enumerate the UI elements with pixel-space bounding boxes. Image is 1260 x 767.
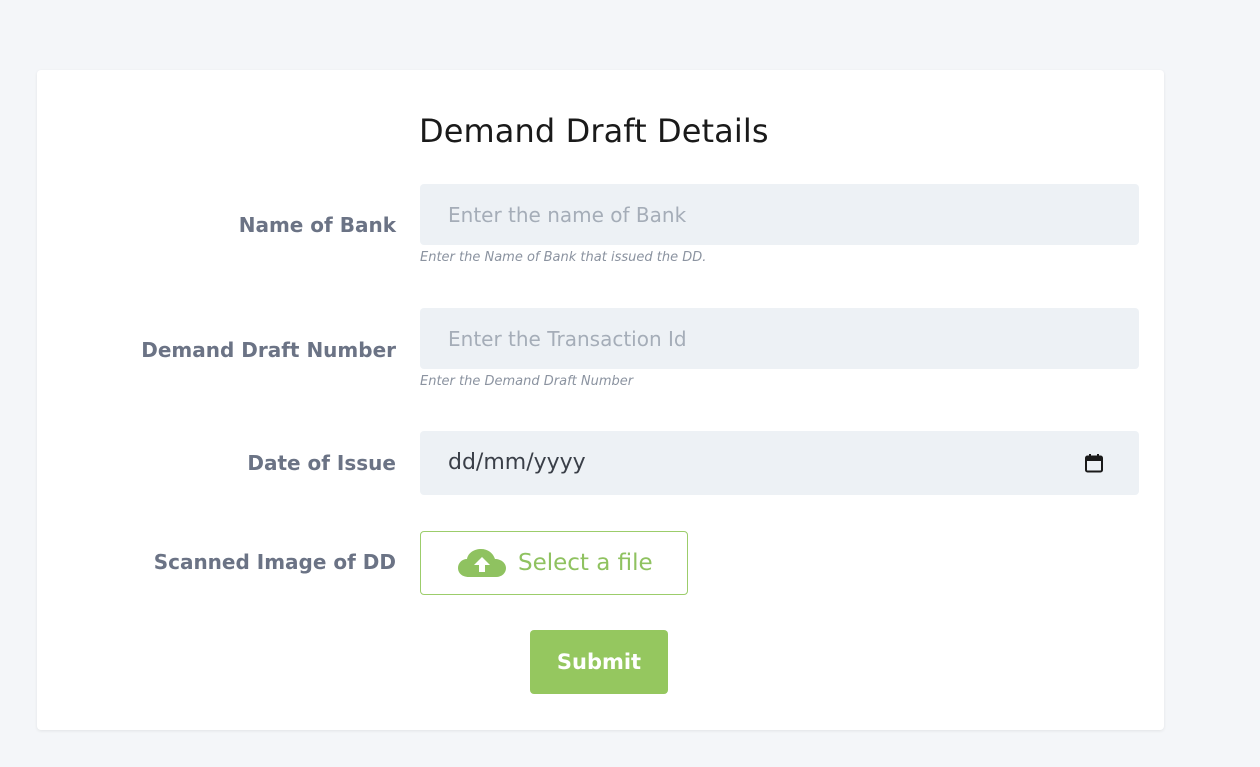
cloud-upload-icon bbox=[458, 549, 506, 577]
bank-name-hint: Enter the Name of Bank that issued the D… bbox=[420, 250, 707, 265]
demand-draft-form-card: Demand Draft Details Name of Bank Enter … bbox=[37, 70, 1164, 730]
dd-number-label: Demand Draft Number bbox=[141, 338, 396, 362]
dd-number-input[interactable] bbox=[420, 308, 1139, 369]
date-of-issue-input[interactable]: dd/mm/yyyy bbox=[420, 431, 1139, 495]
select-file-label: Select a file bbox=[518, 550, 653, 576]
form-title: Demand Draft Details bbox=[419, 112, 769, 150]
date-value: dd/mm/yyyy bbox=[448, 450, 586, 475]
submit-button[interactable]: Submit bbox=[530, 630, 668, 694]
bank-name-input[interactable] bbox=[420, 184, 1139, 245]
scanned-image-label: Scanned Image of DD bbox=[153, 550, 396, 574]
calendar-icon[interactable] bbox=[1084, 453, 1104, 473]
bank-name-label: Name of Bank bbox=[238, 213, 396, 237]
select-file-button[interactable]: Select a file bbox=[420, 531, 688, 595]
dd-number-hint: Enter the Demand Draft Number bbox=[420, 374, 634, 389]
date-of-issue-label: Date of Issue bbox=[247, 451, 396, 475]
